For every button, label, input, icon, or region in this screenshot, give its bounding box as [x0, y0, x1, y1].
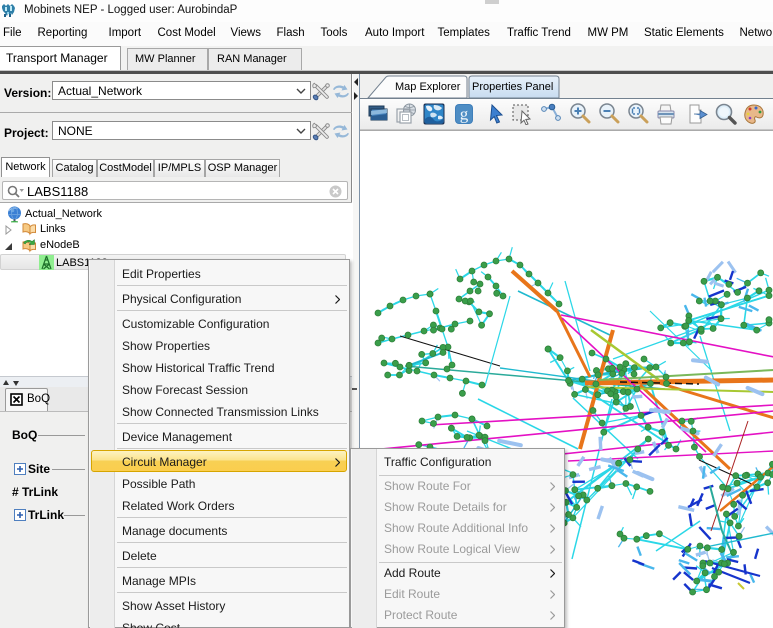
- svg-text:g: g: [460, 105, 469, 124]
